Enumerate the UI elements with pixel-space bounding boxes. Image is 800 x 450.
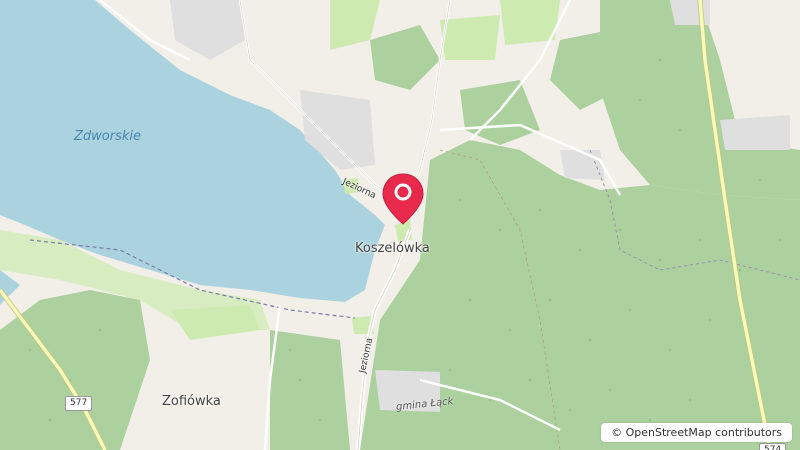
location-pin-marker[interactable] bbox=[380, 172, 426, 226]
location-pin-icon bbox=[382, 173, 424, 225]
road-shield-574: 574 bbox=[759, 443, 787, 450]
attribution-link[interactable]: OpenStreetMap contributors bbox=[626, 426, 782, 439]
map-view[interactable]: Zdworskie Koszelówka Zofiówka Jeziorna J… bbox=[0, 0, 800, 450]
map-attribution[interactable]: © OpenStreetMap contributors bbox=[601, 423, 792, 442]
place-label-zofiowka[interactable]: Zofiówka bbox=[162, 394, 221, 409]
road-shield-577: 577 bbox=[65, 396, 93, 411]
lake-label: Zdworskie bbox=[74, 129, 141, 144]
forest-southwest bbox=[0, 290, 150, 450]
copyright-symbol: © bbox=[611, 426, 623, 439]
place-label-koszelowka[interactable]: Koszelówka bbox=[355, 241, 430, 256]
